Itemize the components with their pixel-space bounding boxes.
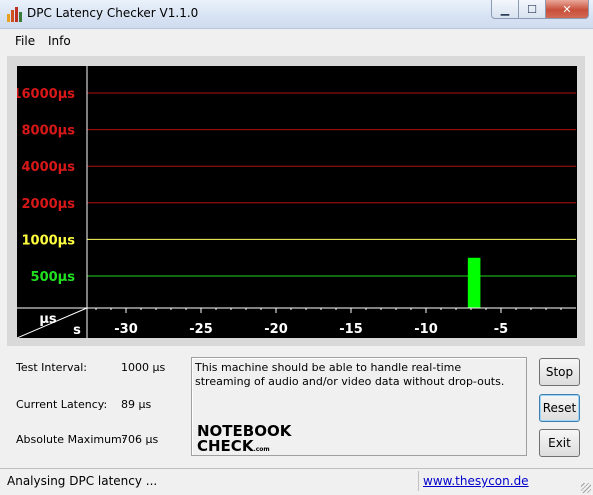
exit-button[interactable]: Exit: [539, 429, 580, 457]
status-message-box: This machine should be able to handle re…: [191, 357, 527, 456]
status-message: This machine should be able to handle re…: [195, 361, 505, 388]
y-axis-unit: µs: [39, 312, 57, 327]
menu-file[interactable]: File: [15, 34, 35, 48]
latency-chart-frame: 16000µs 8000µs 4000µs 2000µs 1000µs 500µs µs s -…: [7, 56, 585, 346]
stop-button[interactable]: Stop: [539, 358, 580, 386]
y-tick-label: 500µs: [31, 270, 76, 285]
y-tick-label: 8000µs: [22, 124, 76, 139]
x-tick-label: -15: [339, 322, 363, 337]
chart-background: [17, 66, 577, 338]
logo-suffix: .com: [253, 446, 270, 453]
y-tick-label: 2000µs: [22, 197, 76, 212]
menu-bar: File Info: [0, 30, 593, 50]
y-tick-label: 4000µs: [22, 160, 76, 175]
title-bar: DPC Latency Checker V1.1.0 ▁ ☐ ✕: [0, 0, 593, 29]
minimize-button[interactable]: ▁: [491, 0, 519, 19]
current-latency-label: Current Latency:: [16, 398, 108, 411]
window-title: DPC Latency Checker V1.1.0: [27, 6, 199, 20]
close-button[interactable]: ✕: [546, 0, 589, 19]
y-tick-label: 16000µs: [17, 87, 75, 102]
latency-chart: 16000µs 8000µs 4000µs 2000µs 1000µs 500µs µs s -…: [17, 66, 577, 338]
bar-chart-icon: [6, 6, 22, 22]
x-tick-label: -20: [264, 322, 288, 337]
current-latency-value: 89 µs: [121, 398, 152, 411]
x-tick-label: -10: [414, 322, 438, 337]
absolute-maximum-value: 706 µs: [121, 433, 159, 446]
reset-button[interactable]: Reset: [539, 394, 580, 422]
x-tick-label: -25: [189, 322, 213, 337]
test-interval-label: Test Interval:: [16, 361, 87, 374]
website-link[interactable]: www.thesycon.de: [423, 474, 529, 488]
status-bar: Analysing DPC latency ... www.thesycon.d…: [0, 468, 593, 495]
latency-bar: [467, 257, 481, 308]
window-controls: ▁ ☐ ✕: [491, 0, 589, 20]
x-tick-label: -5: [494, 322, 508, 337]
status-separator: [418, 471, 419, 491]
resize-grip[interactable]: [581, 483, 591, 493]
notebookcheck-logo: NOTEBOOK CHECK.com: [197, 424, 292, 457]
absolute-maximum-label: Absolute Maximum:: [16, 433, 126, 446]
y-tick-label: 1000µs: [22, 233, 76, 248]
test-interval-value: 1000 µs: [121, 361, 166, 374]
menu-info[interactable]: Info: [48, 34, 71, 48]
x-axis-unit: s: [73, 323, 81, 338]
maximize-button[interactable]: ☐: [519, 0, 546, 19]
logo-line2: CHECK: [197, 437, 254, 455]
status-text: Analysing DPC latency ...: [7, 474, 158, 488]
x-tick-label: -30: [114, 322, 138, 337]
